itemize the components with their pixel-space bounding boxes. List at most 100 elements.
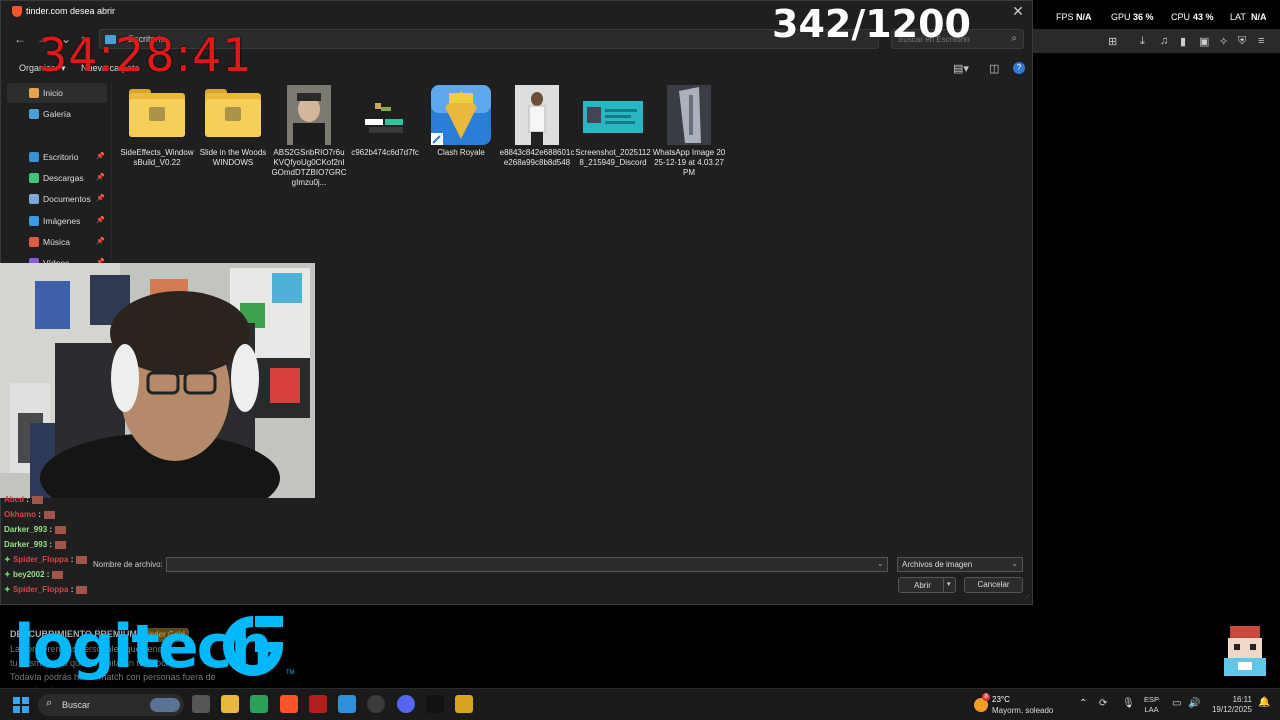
wallet-icon[interactable]: ▣ (1199, 35, 1209, 48)
back-icon[interactable]: ← (13, 32, 27, 46)
file-item[interactable]: Clash Royale (423, 85, 499, 158)
music-icon[interactable]: ♫ (1160, 35, 1168, 47)
chat-message: ✦ bey2002 : (4, 570, 64, 579)
file-item[interactable]: ABS2GSnbRIO7r6uKVQfyoUg0CKof2nIGOmdDTZBI… (271, 85, 347, 188)
sync-icon[interactable]: ⟳ (1099, 698, 1107, 709)
sidebar-item[interactable]: Escritorio 📌 (7, 147, 107, 167)
resize-grip-icon[interactable]: ⋰ (1023, 594, 1030, 602)
sidebar-item[interactable]: Inicio (7, 83, 107, 103)
chat-username: Okhamo (4, 510, 37, 519)
chat-message: ✦ Spider_Floppa : (4, 585, 88, 594)
ai-icon[interactable]: ✧ (1219, 35, 1228, 48)
sidebar-item[interactable]: Documentos 📌 (7, 189, 107, 209)
sidebar-item[interactable]: Imágenes 📌 (7, 211, 107, 231)
file-name: e8843c842e688601ce268a99c8b8d548 (499, 148, 575, 167)
brave-browser-icon[interactable] (280, 695, 298, 713)
volume-icon[interactable]: 🔊 (1188, 698, 1200, 709)
file-name: Slide in the Woods WINDOWS (199, 148, 267, 167)
gallery-icon (29, 109, 39, 119)
taskbar-search-label: Buscar (62, 700, 91, 710)
download-icon (29, 173, 39, 183)
close-icon[interactable]: ✕ (1010, 3, 1026, 20)
weather-widget[interactable]: 8 23°C Mayorm. soleado (972, 693, 1072, 717)
emote-icon (31, 495, 43, 504)
chat-username: Abcd (4, 495, 24, 504)
pin-icon: 📌 (96, 153, 105, 160)
weather-temperature: 23°C (992, 695, 1010, 704)
chat-username: Spider_Floppa (12, 585, 69, 594)
chat-username: bey2002 (12, 570, 45, 579)
download-icon[interactable]: ⤓ (1140, 35, 1145, 48)
view-options-icon[interactable]: ▤▾ (953, 62, 969, 75)
chevron-up-icon[interactable]: ⌃ (1079, 698, 1087, 709)
weather-description: Mayorm. soleado (992, 706, 1054, 715)
file-explorer-icon[interactable] (221, 695, 239, 713)
sidebar-item[interactable]: Galería (7, 104, 107, 124)
file-item[interactable]: WhatsApp Image 2025-12-19 at 4.03.27 PM (651, 85, 727, 178)
language-code: ESP (1144, 695, 1160, 704)
filetype-select[interactable]: Archivos de imagen ⌄ (897, 557, 1023, 572)
lat-label: LAT (1230, 12, 1246, 22)
notification-bell-icon[interactable]: 🔔 (1258, 697, 1270, 708)
clock[interactable]: 16:11 19/12/2025 (1208, 695, 1252, 715)
help-icon[interactable]: ? (1013, 62, 1025, 74)
folder-icon (203, 85, 263, 145)
sidebar-item-label: Imágenes (43, 216, 81, 226)
chat-username: Spider_Floppa (12, 555, 69, 564)
dialog-title: tinder.com desea abrir (26, 6, 116, 16)
shield-icon[interactable]: ⛨ (1238, 35, 1246, 48)
sidebar-item-label: Música (43, 237, 70, 247)
sidebar-icon[interactable]: ▮ (1180, 35, 1186, 48)
translate-icon[interactable]: ⊞ (1108, 35, 1117, 48)
menu-icon[interactable]: ≡ (1258, 35, 1264, 47)
obs-icon[interactable] (367, 695, 385, 713)
subscriber-badge-icon: ✦ (4, 570, 13, 579)
file-item[interactable]: Screenshot_20251128_215949_Discord (575, 85, 651, 168)
chat-username: Darker_993 (4, 525, 48, 534)
sidebar-item[interactable]: Música 📌 (7, 232, 107, 252)
windows-start-icon[interactable] (13, 697, 29, 713)
file-name: Screenshot_20251128_215949_Discord (575, 148, 651, 167)
microphone-icon[interactable]: 🎙 (1122, 698, 1135, 709)
image-thumbnail (659, 85, 719, 145)
emote-icon (52, 570, 64, 579)
mixer-app-icon[interactable] (309, 695, 327, 713)
navigation-pane: Inicio Galería Escritorio 📌 Descargas 📌 Docume… (1, 81, 111, 268)
streamer-webcam-image (0, 263, 315, 498)
image-thumbnail (279, 85, 339, 145)
store-icon[interactable] (250, 695, 268, 713)
language-indicator[interactable]: ESP LAA (1144, 695, 1159, 715)
folder-icon (127, 85, 187, 145)
chevron-down-icon[interactable]: ▾ (947, 580, 951, 588)
network-icon[interactable]: ▭ (1172, 698, 1181, 709)
file-item[interactable]: e8843c842e688601ce268a99c8b8d548 (499, 85, 575, 168)
cancel-button[interactable]: Cancelar (964, 577, 1023, 593)
logitech-g-icon (223, 616, 283, 676)
pictures-icon (29, 216, 39, 226)
chat-message: ✦ Spider_Floppa : (4, 555, 88, 564)
chevron-down-icon[interactable]: ⌄ (877, 559, 884, 568)
preview-pane-icon[interactable]: ◫ (989, 62, 999, 75)
notepad-icon[interactable] (338, 695, 356, 713)
capcut-icon[interactable] (426, 695, 444, 713)
chat-message: Okhamo : (4, 510, 55, 519)
open-button[interactable]: Abrir ▾ (898, 577, 956, 593)
folder-item[interactable]: SideEffects_WindowsBuild_V0.22 (119, 85, 195, 168)
fps-value: N/A (1076, 12, 1092, 22)
file-name: c962b474c6d7d7fc (351, 148, 419, 157)
task-view-icon[interactable] (192, 695, 210, 713)
pane-divider[interactable] (111, 81, 112, 261)
sidebar-item-label: Descargas (43, 173, 84, 183)
sidebar-item[interactable]: Descargas 📌 (7, 168, 107, 188)
game-icon[interactable] (455, 695, 473, 713)
chevron-down-icon: ⌄ (1011, 559, 1018, 568)
file-item[interactable]: c962b474c6d7d7fc (347, 85, 423, 158)
emote-icon (55, 525, 67, 534)
discord-icon[interactable] (397, 695, 415, 713)
file-name: WhatsApp Image 2025-12-19 at 4.03.27 PM (652, 148, 726, 177)
taskbar-search[interactable]: ⌕ Buscar (38, 694, 184, 716)
chat-username: Darker_993 (4, 540, 48, 549)
stream-timer: 34:28:41 (38, 28, 253, 82)
home-icon (29, 88, 39, 98)
folder-item[interactable]: Slide in the Woods WINDOWS (195, 85, 271, 168)
